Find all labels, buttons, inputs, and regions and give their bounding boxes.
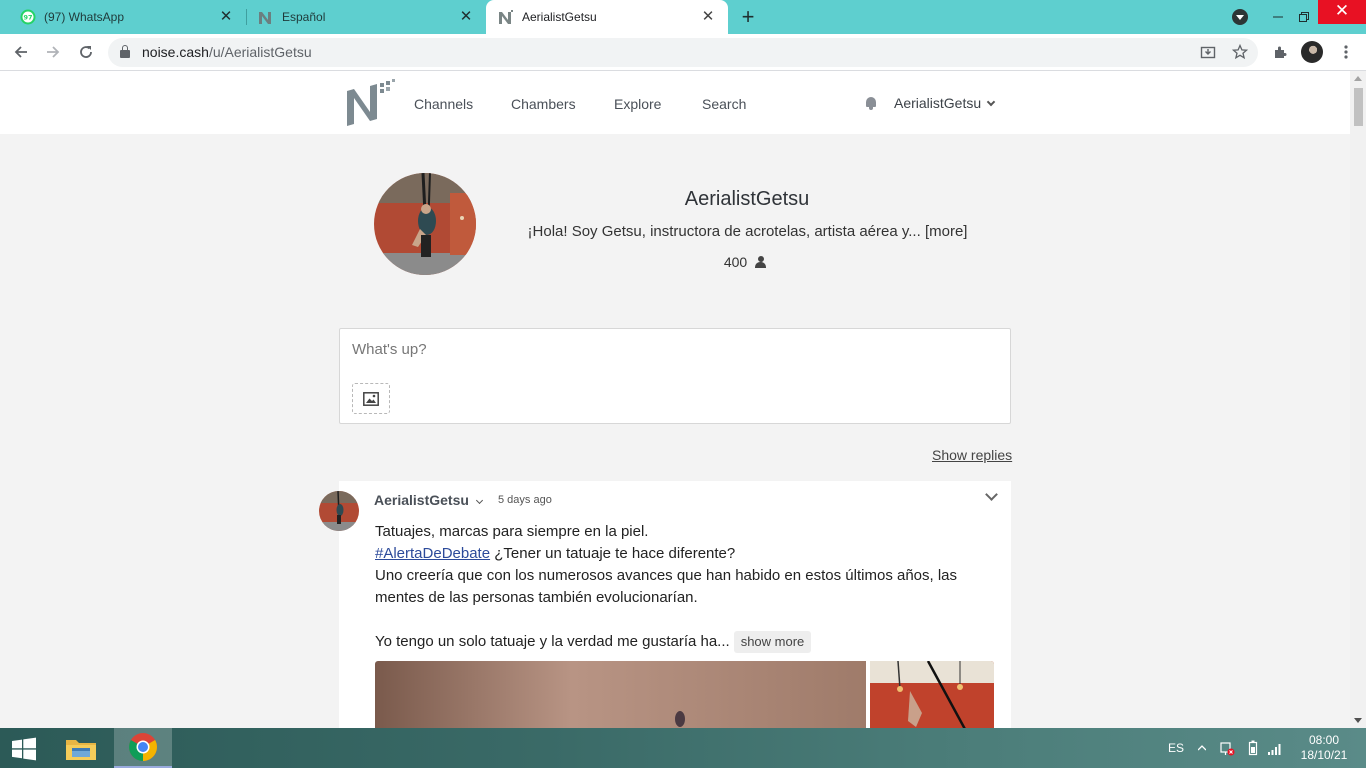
- new-tab-button[interactable]: +: [738, 6, 758, 28]
- clock-date: 18/10/21: [1300, 748, 1348, 762]
- post-line: Yo tengo un solo tatuaje y la verdad me …: [375, 631, 985, 653]
- restore-button[interactable]: [1292, 0, 1316, 34]
- svg-text:97: 97: [23, 14, 32, 22]
- tab-aerialistgetsu[interactable]: AerialistGetsu ✕: [486, 0, 728, 34]
- post-image[interactable]: [870, 661, 994, 728]
- bio-more-link[interactable]: [more]: [925, 223, 968, 240]
- noise-cash-logo[interactable]: [346, 79, 396, 127]
- composer-input[interactable]: What's up?: [352, 341, 427, 358]
- profile-bio: ¡Hola! Soy Getsu, instructora de acrotel…: [527, 223, 968, 240]
- post-composer: What's up?: [339, 328, 1011, 424]
- tab-title: AerialistGetsu: [522, 10, 597, 24]
- nav-channels[interactable]: Channels: [414, 96, 473, 112]
- tab-whatsapp[interactable]: 97 (97) WhatsApp ✕: [0, 0, 246, 34]
- post-author-avatar[interactable]: [319, 491, 359, 531]
- input-language[interactable]: ES: [1168, 728, 1184, 768]
- post-timestamp[interactable]: 5 days ago: [498, 494, 552, 506]
- person-icon: [755, 256, 767, 268]
- tab-title: (97) WhatsApp: [44, 10, 125, 24]
- show-replies-link[interactable]: Show replies: [932, 447, 1012, 463]
- tab-espanol[interactable]: Español ✕: [238, 0, 486, 34]
- chevron-down-icon: [986, 97, 996, 107]
- signal-strength-icon[interactable]: [1267, 728, 1283, 768]
- tab-strip: 97 (97) WhatsApp ✕ Español ✕ AerialistGe…: [0, 0, 1366, 34]
- file-explorer-icon[interactable]: [52, 728, 110, 768]
- minimize-button[interactable]: [1266, 0, 1290, 34]
- chrome-taskbar-icon[interactable]: [114, 728, 172, 768]
- followers-count[interactable]: 400: [700, 254, 790, 270]
- system-clock[interactable]: 08:00 18/10/21: [1294, 733, 1354, 763]
- lock-icon[interactable]: [120, 45, 130, 58]
- site-header: Channels Chambers Explore Search Aeriali…: [0, 71, 1350, 134]
- image-icon: [363, 391, 379, 406]
- close-tab-icon[interactable]: ✕: [218, 9, 234, 25]
- noise-favicon-icon: [258, 9, 274, 25]
- bookmark-star-icon[interactable]: [1230, 42, 1250, 62]
- whatsapp-icon: 97: [20, 9, 36, 25]
- url-text[interactable]: noise.cash/u/AerialistGetsu: [142, 44, 312, 60]
- back-icon[interactable]: [11, 42, 31, 62]
- browser-toolbar: noise.cash/u/AerialistGetsu: [0, 34, 1366, 71]
- post-line: Uno creería que con los numerosos avance…: [375, 567, 958, 606]
- forward-icon[interactable]: [43, 42, 63, 62]
- nav-explore[interactable]: Explore: [614, 96, 661, 112]
- tab-title: Español: [282, 10, 326, 24]
- post-body: Tatuajes, marcas para siempre en la piel…: [375, 521, 985, 653]
- profile-avatar-large[interactable]: [374, 173, 476, 275]
- post-line: Tatuajes, marcas para siempre en la piel…: [375, 523, 649, 540]
- post-image[interactable]: [375, 661, 866, 728]
- windows-start-icon[interactable]: [10, 737, 38, 761]
- notifications-bell-icon[interactable]: [865, 97, 877, 110]
- page-viewport: Channels Chambers Explore Search Aeriali…: [0, 71, 1350, 728]
- profile-name: AerialistGetsu: [684, 188, 810, 210]
- post-line: #AlertaDeDebate ¿Tener un tatuaje te hac…: [375, 545, 736, 562]
- nav-search[interactable]: Search: [702, 96, 746, 112]
- close-tab-icon[interactable]: ✕: [458, 9, 474, 25]
- user-menu[interactable]: AerialistGetsu: [894, 95, 996, 111]
- noise-favicon-icon: [498, 9, 514, 25]
- scroll-down-icon[interactable]: [1354, 718, 1362, 723]
- close-window-button[interactable]: ✕: [1318, 0, 1366, 24]
- add-image-button[interactable]: [352, 383, 390, 414]
- post-author-name[interactable]: AerialistGetsu: [374, 492, 483, 508]
- extensions-icon[interactable]: [1270, 42, 1290, 62]
- scrollbar-thumb[interactable]: [1354, 88, 1363, 126]
- reload-icon[interactable]: [76, 42, 96, 62]
- chevron-down-icon: [475, 496, 483, 505]
- address-bar[interactable]: noise.cash/u/AerialistGetsu: [108, 38, 1258, 67]
- menu-kebab-icon[interactable]: [1336, 42, 1356, 62]
- page-scrollbar[interactable]: [1350, 71, 1366, 728]
- hashtag-link[interactable]: #AlertaDeDebate: [375, 545, 490, 562]
- tab-search-icon[interactable]: [1232, 9, 1248, 25]
- scroll-up-icon[interactable]: [1354, 76, 1362, 81]
- show-more-button[interactable]: show more: [733, 631, 812, 653]
- profile-avatar[interactable]: [1301, 41, 1323, 63]
- tray-expand-icon[interactable]: [1198, 728, 1206, 768]
- user-menu-name: AerialistGetsu: [894, 95, 982, 111]
- network-disconnected-icon[interactable]: [1219, 728, 1235, 768]
- battery-icon[interactable]: [1248, 728, 1258, 768]
- install-app-icon[interactable]: [1198, 42, 1218, 62]
- nav-chambers[interactable]: Chambers: [511, 96, 576, 112]
- clock-time: 08:00: [1308, 733, 1340, 747]
- close-tab-icon[interactable]: ✕: [700, 9, 716, 25]
- windows-taskbar: ES 08:00 18/10/21: [0, 728, 1366, 768]
